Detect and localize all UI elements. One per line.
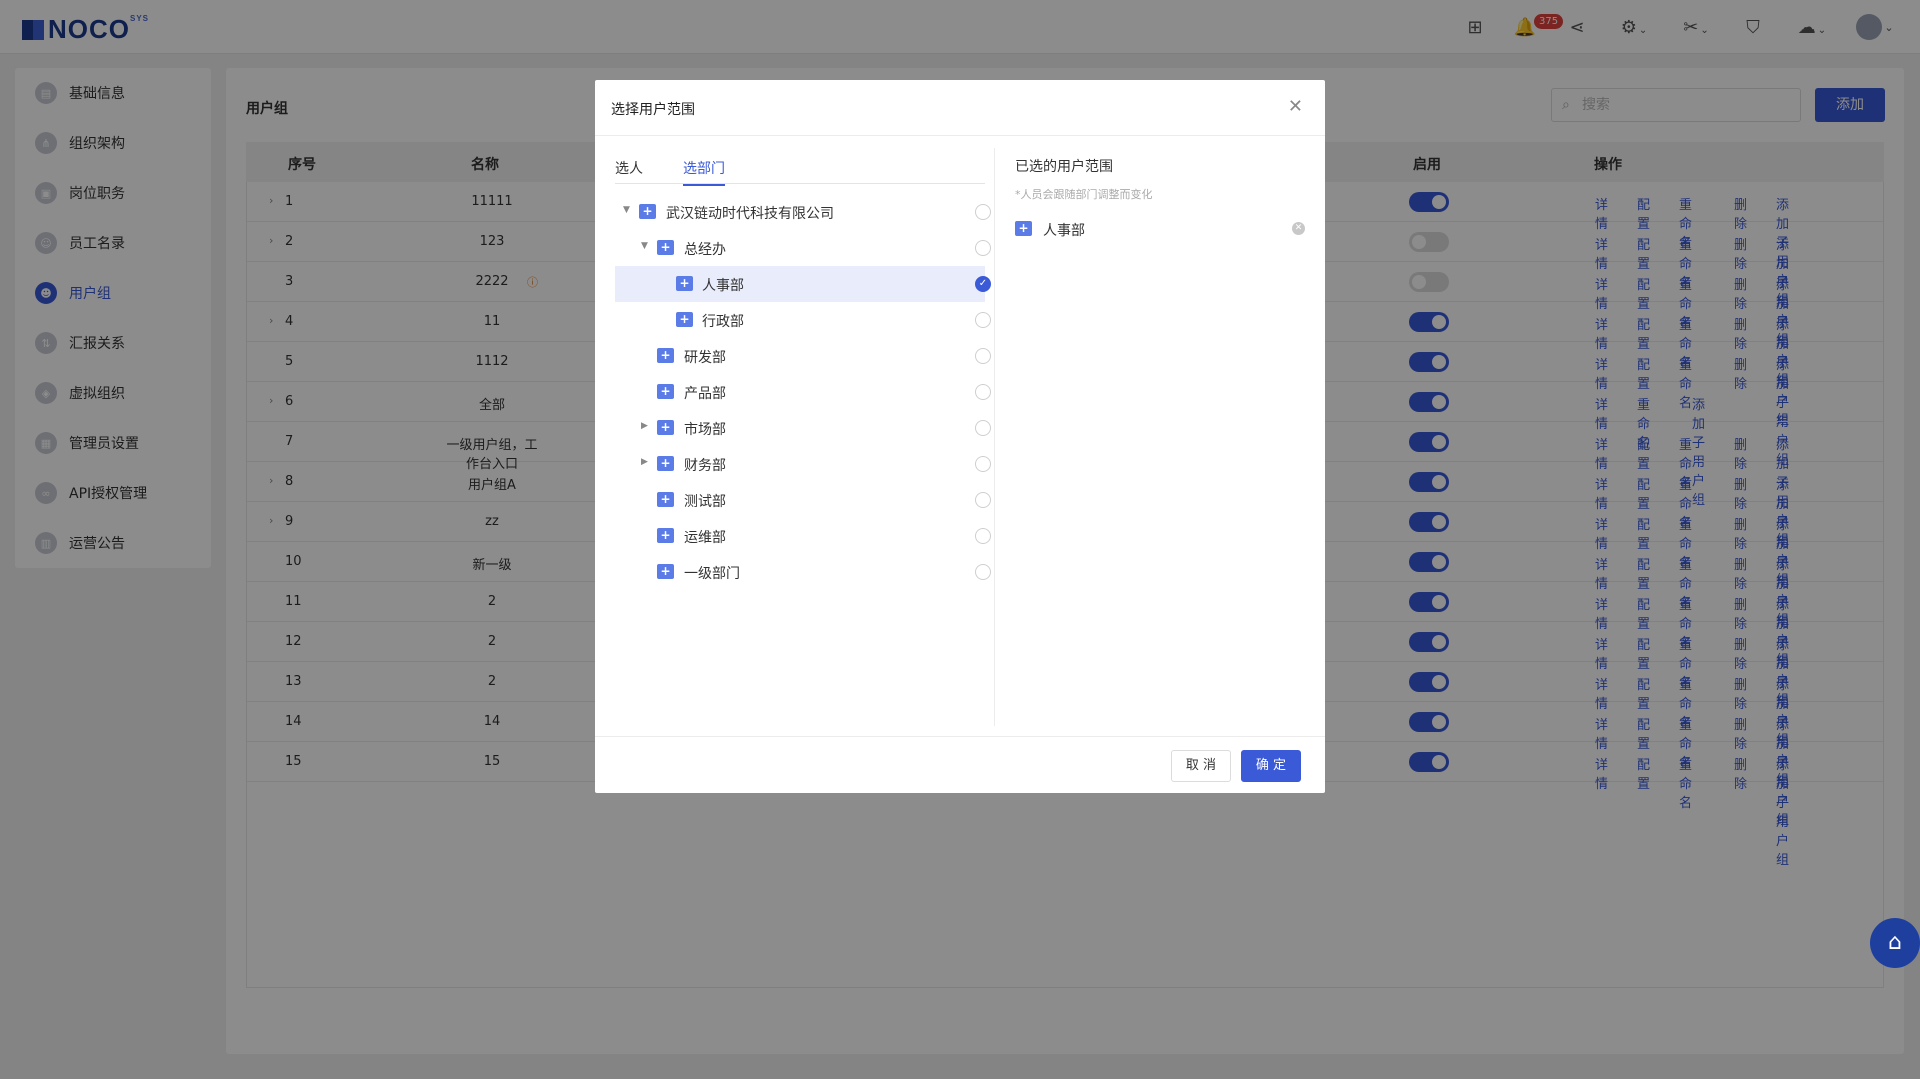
selected-note: *人员会跟随部门调整而变化 (1015, 188, 1153, 201)
radio[interactable] (975, 204, 991, 220)
caret-right-icon[interactable]: ▶ (641, 457, 648, 467)
folder-icon: + (676, 312, 693, 327)
folder-icon: + (657, 240, 674, 255)
selected-title: 已选的用户范围 (1015, 159, 1113, 175)
remove-icon[interactable]: ✕ (1292, 222, 1305, 235)
tree-node-scb[interactable]: ▶ + 市场部 (615, 410, 991, 446)
tree-node-cwb[interactable]: ▶ + 财务部 (615, 446, 991, 482)
folder-icon: + (657, 420, 674, 435)
tree-node-rsb[interactable]: + 人事部 ✓ (615, 266, 991, 302)
radio[interactable] (975, 240, 991, 256)
radio[interactable] (975, 564, 991, 580)
radio[interactable] (975, 312, 991, 328)
dialog-title: 选择用户范围 (595, 80, 1325, 136)
folder-icon: + (657, 492, 674, 507)
close-icon[interactable]: ✕ (1288, 96, 1303, 117)
selected-panel: 已选的用户范围 *人员会跟随部门调整而变化 + 人事部 ✕ (1015, 156, 1305, 248)
tree-node-xzb[interactable]: + 行政部 (615, 302, 991, 338)
dept-tree: ▼ + 武汉链动时代科技有限公司 ▼ + 总经办 + 人事部 ✓ + 行政部 + 研发部 + 产品… (615, 194, 991, 590)
tree-node-yjbm[interactable]: + 一级部门 (615, 554, 991, 590)
radio[interactable] (975, 384, 991, 400)
radio[interactable] (975, 528, 991, 544)
caret-down-icon[interactable]: ▼ (623, 205, 630, 215)
tree-node-csb[interactable]: + 测试部 (615, 482, 991, 518)
tree-node-ywb[interactable]: + 运维部 (615, 518, 991, 554)
cancel-button[interactable]: 取 消 (1171, 750, 1231, 782)
folder-icon: + (639, 204, 656, 219)
caret-down-icon[interactable]: ▼ (641, 241, 648, 251)
folder-icon: + (657, 456, 674, 471)
tab-select-dept[interactable]: 选部门 (683, 158, 725, 186)
radio[interactable] (975, 492, 991, 508)
tab-select-person[interactable]: 选人 (615, 158, 643, 178)
tab-bar: 选人 选部门 (615, 148, 985, 186)
radio[interactable] (975, 348, 991, 364)
tree-node-yfb[interactable]: + 研发部 (615, 338, 991, 374)
dialog-footer: 取 消 确 定 (595, 736, 1325, 793)
selector-panel: 选人 选部门 ▼ + 武汉链动时代科技有限公司 ▼ + 总经办 + 人事部 ✓ + 行政部 +… (615, 148, 991, 728)
radio[interactable] (975, 456, 991, 472)
folder-icon: + (1015, 221, 1032, 236)
folder-icon: + (657, 528, 674, 543)
selected-item: + 人事部 ✕ (1015, 212, 1305, 248)
tree-node-zjb[interactable]: ▼ + 总经办 (615, 230, 991, 266)
select-scope-dialog: 选择用户范围 ✕ 选人 选部门 ▼ + 武汉链动时代科技有限公司 ▼ + 总经办 + 人事… (595, 80, 1325, 793)
caret-right-icon[interactable]: ▶ (641, 421, 648, 431)
checked-radio[interactable]: ✓ (975, 276, 991, 292)
tree-node-root[interactable]: ▼ + 武汉链动时代科技有限公司 (615, 194, 991, 230)
folder-icon: + (657, 348, 674, 363)
folder-icon: + (657, 564, 674, 579)
tree-node-cpb[interactable]: + 产品部 (615, 374, 991, 410)
confirm-button[interactable]: 确 定 (1241, 750, 1301, 782)
folder-icon: + (657, 384, 674, 399)
panel-divider (994, 148, 995, 726)
folder-icon: + (676, 276, 693, 291)
home-fab-icon[interactable]: ⌂ (1870, 918, 1920, 968)
radio[interactable] (975, 420, 991, 436)
